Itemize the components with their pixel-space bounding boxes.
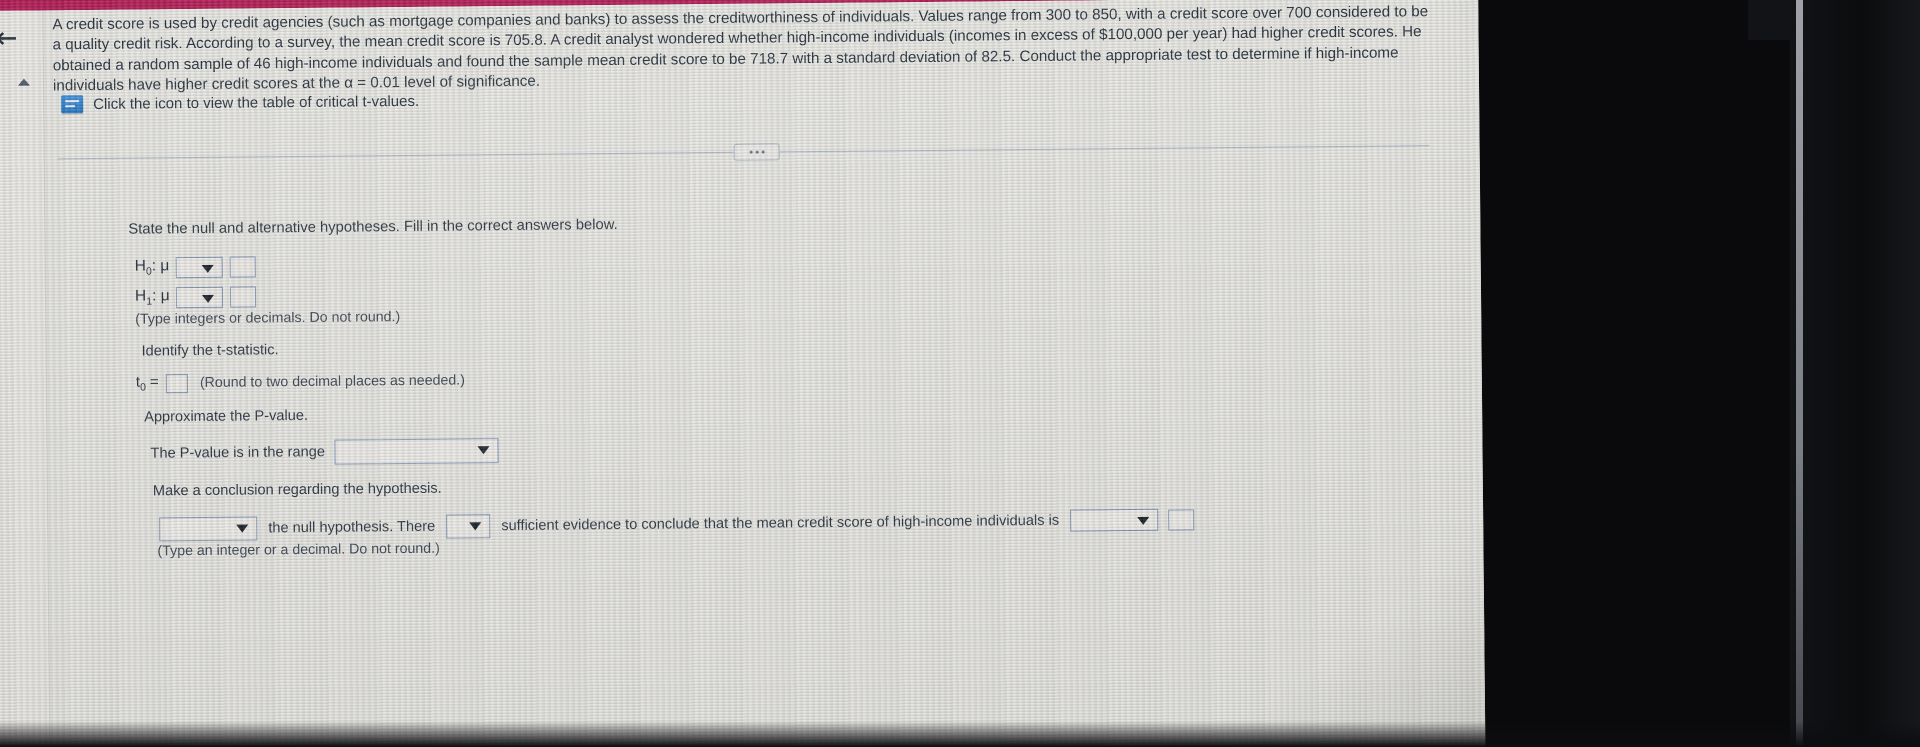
screen-surface: This question: 1 point(s) possible ⚑ Sub… — [0, 0, 1486, 747]
t-statistic-row: t0 = (Round to two decimal places as nee… — [136, 370, 465, 393]
ellipsis-chip[interactable] — [733, 143, 780, 161]
photographed-screen: This question: 1 point(s) possible ⚑ Sub… — [0, 0, 1920, 747]
h0-value-input[interactable] — [229, 256, 256, 278]
h0-operator-select[interactable] — [175, 256, 223, 279]
sufficiency-select[interactable] — [446, 514, 491, 539]
state-hypotheses-label: State the null and alternative hypothese… — [128, 216, 618, 238]
final-value-input[interactable] — [1168, 508, 1195, 531]
bezel-highlight — [1796, 0, 1803, 747]
t-statistic-input[interactable] — [165, 373, 188, 393]
conclusion-row: the null hypothesis. There sufficient ev… — [157, 507, 1195, 542]
p-value-range-row: The P-value is in the range — [150, 438, 500, 466]
critical-t-table-link[interactable]: Click the icon to view the table of crit… — [61, 92, 420, 114]
h1-operator-select[interactable] — [175, 286, 223, 309]
critical-t-table-label: Click the icon to view the table of crit… — [93, 92, 420, 113]
scroll-up-icon[interactable] — [17, 78, 30, 86]
conclusion-mid-text: the null hypothesis. There — [268, 518, 436, 537]
monitor-bezel-right — [1790, 0, 1920, 747]
final-note: (Type an integer or a decimal. Do not ro… — [157, 540, 440, 560]
identify-t-statistic-label: Identify the t-statistic. — [141, 342, 279, 360]
h1-value-input[interactable] — [229, 286, 256, 308]
question-content: A credit score is used by credit agencie… — [42, 0, 1485, 747]
answer-form: State the null and alternative hypothese… — [66, 167, 1406, 559]
approximate-p-value-label: Approximate the P-value. — [144, 407, 309, 426]
p-value-range-label: The P-value is in the range — [150, 444, 326, 462]
make-conclusion-label: Make a conclusion regarding the hypothes… — [152, 480, 442, 500]
bezel-top-right — [1748, 0, 1790, 40]
p-value-range-select[interactable] — [334, 438, 500, 465]
h0-row: H0: μ — [134, 256, 256, 279]
h1-label: H1: μ — [134, 287, 170, 309]
comparison-select[interactable] — [1070, 508, 1159, 532]
question-page: ⇤ A credit score is used by credit agenc… — [0, 0, 1486, 747]
t-statistic-label: t0 = — [135, 373, 159, 394]
h1-row: H1: μ — [134, 286, 256, 309]
monitor-bezel-bottom — [0, 721, 1920, 747]
h0-label: H0: μ — [134, 257, 170, 279]
table-document-icon[interactable] — [61, 95, 84, 114]
back-to-list-icon[interactable]: ⇤ — [0, 22, 18, 55]
conclusion-tail-text: sufficient evidence to conclude that the… — [501, 512, 1060, 534]
conclusion-rejection-select[interactable] — [159, 516, 258, 542]
t-round-note: (Round to two decimal places as needed.) — [199, 372, 465, 391]
type-integers-note: (Type integers or decimals. Do not round… — [135, 309, 401, 328]
question-body-text: A credit score is used by credit agencie… — [52, 3, 1429, 95]
